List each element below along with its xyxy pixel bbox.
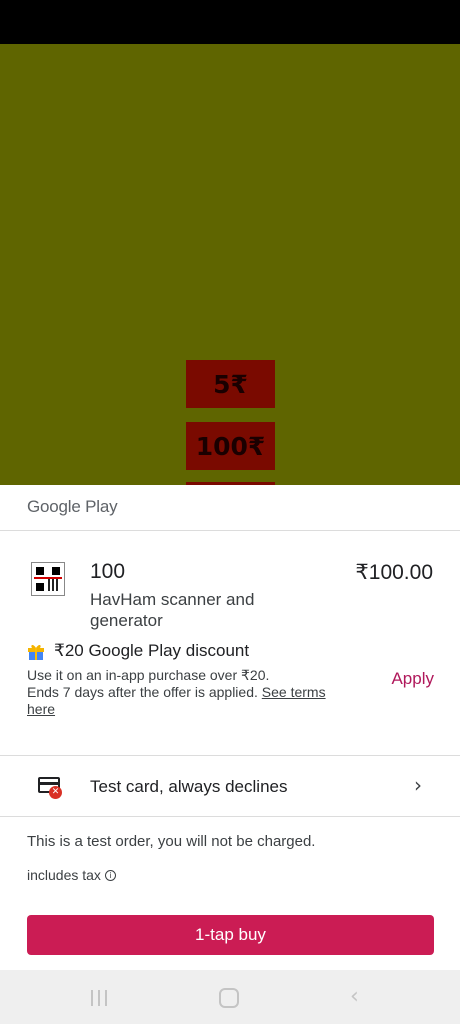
donate-100-button[interactable]: 100₹ xyxy=(186,422,275,470)
donate-5-button[interactable]: 5₹ xyxy=(186,360,275,408)
purchase-sheet: Google Play 100 HavHam scanner and gener… xyxy=(0,485,460,970)
gift-icon xyxy=(28,644,44,660)
system-nav-bar: ‹ xyxy=(0,970,460,1024)
error-badge-icon: ✕ xyxy=(49,786,62,799)
apply-button[interactable]: Apply xyxy=(391,669,434,689)
promo-description: Use it on an in-app purchase over ₹20. E… xyxy=(27,667,327,718)
product-price: ₹100.00 xyxy=(355,561,433,584)
test-order-note: This is a test order, you will not be ch… xyxy=(27,833,316,850)
tax-label: includes tax xyxy=(27,867,101,883)
payment-method-label: Test card, always declines xyxy=(90,777,288,796)
back-icon[interactable]: ‹ xyxy=(350,984,359,1009)
status-bar xyxy=(0,0,460,44)
sheet-header: Google Play xyxy=(0,485,460,531)
home-icon[interactable] xyxy=(219,988,239,1008)
divider xyxy=(0,816,460,817)
product-app-name: HavHam scanner and generator xyxy=(90,590,255,630)
tax-row: includes tax i xyxy=(27,867,116,883)
info-icon[interactable]: i xyxy=(104,869,116,881)
promo-desc-line1: Use it on an in-app purchase over ₹20. xyxy=(27,667,270,683)
promo-title: ₹20 Google Play discount xyxy=(54,641,250,660)
product-title: 100 xyxy=(90,560,126,583)
recents-icon[interactable] xyxy=(91,990,109,1006)
google-play-logo: Google Play xyxy=(27,497,118,516)
one-tap-buy-button[interactable]: 1-tap buy xyxy=(27,915,434,955)
app-background: 5₹ 100₹ xyxy=(0,44,460,485)
promo-desc-line2-text: Ends 7 days after the offer is applied. xyxy=(27,684,258,700)
chevron-right-icon: › xyxy=(414,773,422,797)
promo-desc-line2: Ends 7 days after the offer is applied. … xyxy=(27,684,327,718)
payment-method-row[interactable]: ✕ Test card, always declines › xyxy=(0,756,460,816)
qr-barcode-icon xyxy=(31,562,65,596)
